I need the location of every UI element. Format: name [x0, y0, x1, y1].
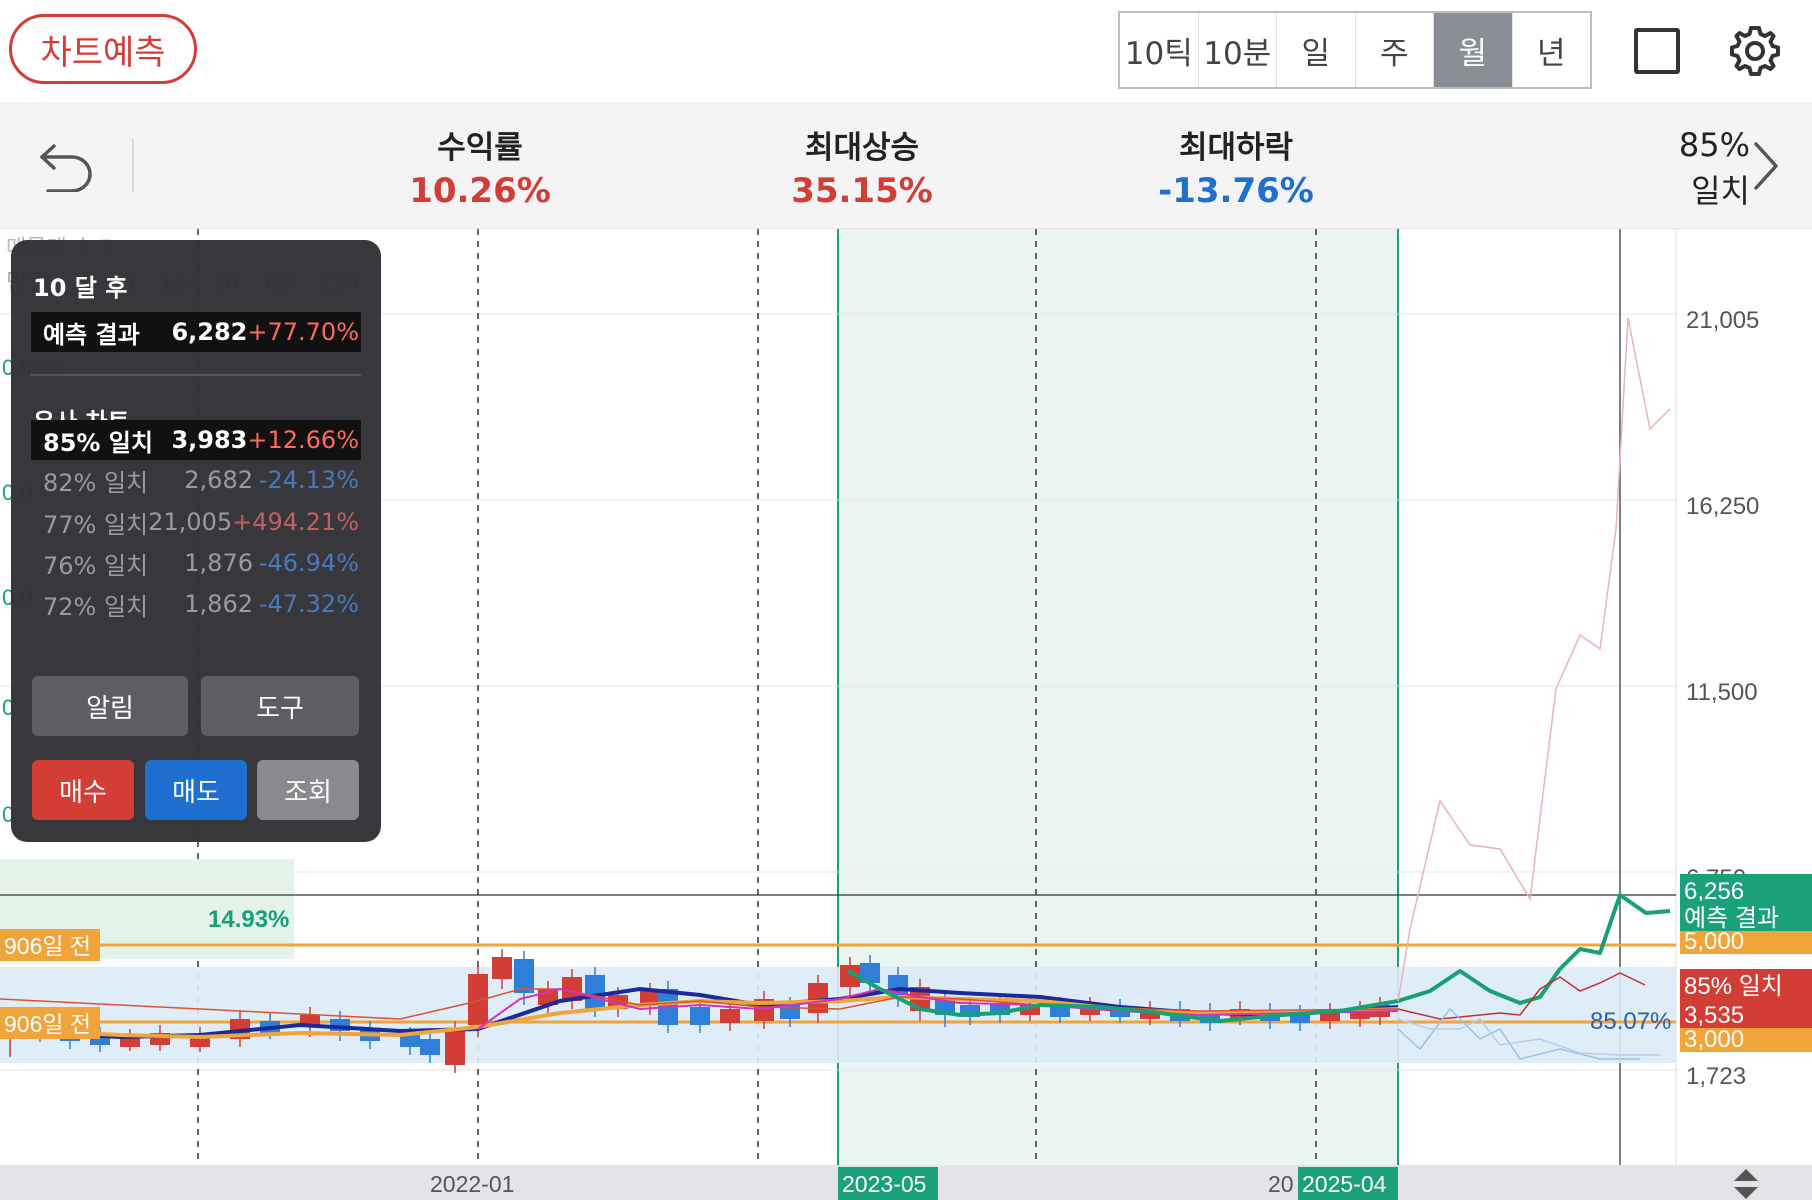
popup-header: 10 달 후: [33, 274, 128, 302]
similar-price: 2,682: [184, 466, 253, 494]
x-tick-label: 2022-01: [430, 1171, 514, 1197]
match-word: 일치: [1691, 172, 1750, 210]
period-tab[interactable]: 10분: [1199, 13, 1277, 87]
similar-match: 85% 일치: [43, 428, 153, 457]
similar-change: -24.13%: [258, 466, 359, 494]
y-tick-label: 11,500: [1686, 679, 1758, 706]
similar-change: +494.21%: [232, 508, 359, 536]
similar-row[interactable]: 77% 일치 21,005 +494.21%: [31, 502, 361, 542]
buy-button[interactable]: 매수: [32, 760, 134, 820]
similar-match: 72% 일치: [43, 592, 149, 621]
tool-button[interactable]: 도구: [201, 676, 359, 736]
price-tag-label: 85% 일치: [1684, 973, 1783, 1000]
period-tab[interactable]: 주: [1356, 13, 1434, 87]
square-icon[interactable]: [1634, 28, 1680, 74]
similar-price: 1,876: [184, 549, 253, 577]
y-tick-label: 21,005: [1686, 307, 1759, 334]
max-up-label: 최대상승: [804, 130, 920, 166]
candle-body: [690, 1007, 710, 1025]
candle-body: [514, 959, 534, 993]
similar-match: 76% 일치: [43, 551, 149, 580]
result-label: 예측 결과: [43, 320, 140, 349]
candle-body: [492, 957, 512, 979]
price-tag-label: 6,256: [1684, 878, 1744, 905]
price-tag-label: 예측 결과: [1684, 905, 1779, 932]
candle-body: [585, 975, 605, 1009]
similar-change: -46.94%: [258, 549, 359, 577]
max-down-label: 최대하락: [1178, 130, 1294, 166]
similar-change: -47.32%: [258, 590, 359, 618]
price-tag-label: 3,535: [1684, 1002, 1744, 1029]
y-tick-label: 16,250: [1686, 493, 1759, 520]
candle-body: [400, 1035, 420, 1047]
match-percent: 85%: [1678, 126, 1750, 164]
x-tick-label: 2023-05: [842, 1171, 926, 1197]
similar-change: +12.66%: [247, 426, 359, 454]
match-indicator[interactable]: 85% 일치: [1630, 122, 1750, 214]
divider: [132, 138, 134, 192]
x-tick-label: 2025-04: [1302, 1171, 1387, 1197]
days-ago-label: 906일 전: [4, 933, 91, 959]
return-value: 10.26%: [409, 171, 551, 211]
period-tab[interactable]: 년: [1513, 13, 1591, 87]
price-tag-label: 5,000: [1684, 928, 1744, 955]
view-button[interactable]: 조회: [257, 760, 359, 820]
candle-body: [720, 1009, 740, 1023]
chart-predict-button[interactable]: 차트예측: [9, 14, 197, 84]
sell-button[interactable]: 매도: [145, 760, 247, 820]
range-percent-label: 14.93%: [208, 906, 289, 933]
match-percent-label: 85.07%: [1590, 1008, 1671, 1035]
similar-match: 82% 일치: [43, 468, 149, 497]
max-up-value: 35.15%: [791, 171, 933, 211]
alert-button[interactable]: 알림: [32, 676, 188, 736]
days-ago-label: 906일 전: [4, 1011, 91, 1037]
return-stat: 수익률 10.26%: [360, 122, 600, 211]
period-tab[interactable]: 월: [1434, 13, 1513, 87]
max-down-value: -13.76%: [1158, 171, 1314, 211]
similar-price: 21,005: [148, 508, 233, 536]
y-tick-label: 1,723: [1686, 1063, 1746, 1090]
prediction-popup: 10 달 후 예측 결과 6,282 +77.70% 유사 차트 85% 일치3…: [11, 240, 381, 842]
max-up-stat: 최대상승 35.15%: [742, 122, 982, 211]
similar-line-77: [1397, 317, 1671, 1002]
period-tab[interactable]: 일: [1277, 13, 1356, 87]
return-label: 수익률: [437, 130, 523, 166]
similar-row[interactable]: 82% 일치 2,682 -24.13%: [31, 460, 361, 500]
undo-icon[interactable]: [38, 140, 96, 192]
candle-body: [420, 1039, 440, 1055]
x-tick-label: 20: [1268, 1171, 1294, 1197]
result-price: 6,282: [171, 318, 248, 346]
similar-row[interactable]: 72% 일치 1,862 -47.32%: [31, 584, 361, 624]
stats-bar: 수익률 10.26% 최대상승 35.15% 최대하락 -13.76% 85% …: [0, 102, 1812, 229]
divider: [31, 374, 361, 376]
similar-row[interactable]: 76% 일치 1,876 -46.94%: [31, 543, 361, 583]
top-toolbar: 차트예측 10틱 10분 일 주 월 년: [0, 0, 1812, 100]
price-tag-label: 3,000: [1684, 1026, 1744, 1053]
similar-price: 3,983: [171, 426, 248, 454]
period-tabs: 10틱 10분 일 주 월 년: [1118, 11, 1592, 89]
prediction-result-row: 예측 결과 6,282 +77.70%: [31, 312, 361, 352]
chevron-right-icon[interactable]: [1750, 138, 1782, 194]
similar-price: 1,862: [184, 590, 253, 618]
period-tab[interactable]: 10틱: [1120, 13, 1199, 87]
gear-icon[interactable]: [1726, 22, 1784, 80]
similar-match: 77% 일치: [43, 510, 149, 539]
similar-row[interactable]: 85% 일치 3,983 +12.66%: [31, 420, 361, 460]
result-change: +77.70%: [247, 318, 359, 346]
max-down-stat: 최대하락 -13.76%: [1116, 122, 1356, 211]
candle-body: [445, 1029, 465, 1065]
